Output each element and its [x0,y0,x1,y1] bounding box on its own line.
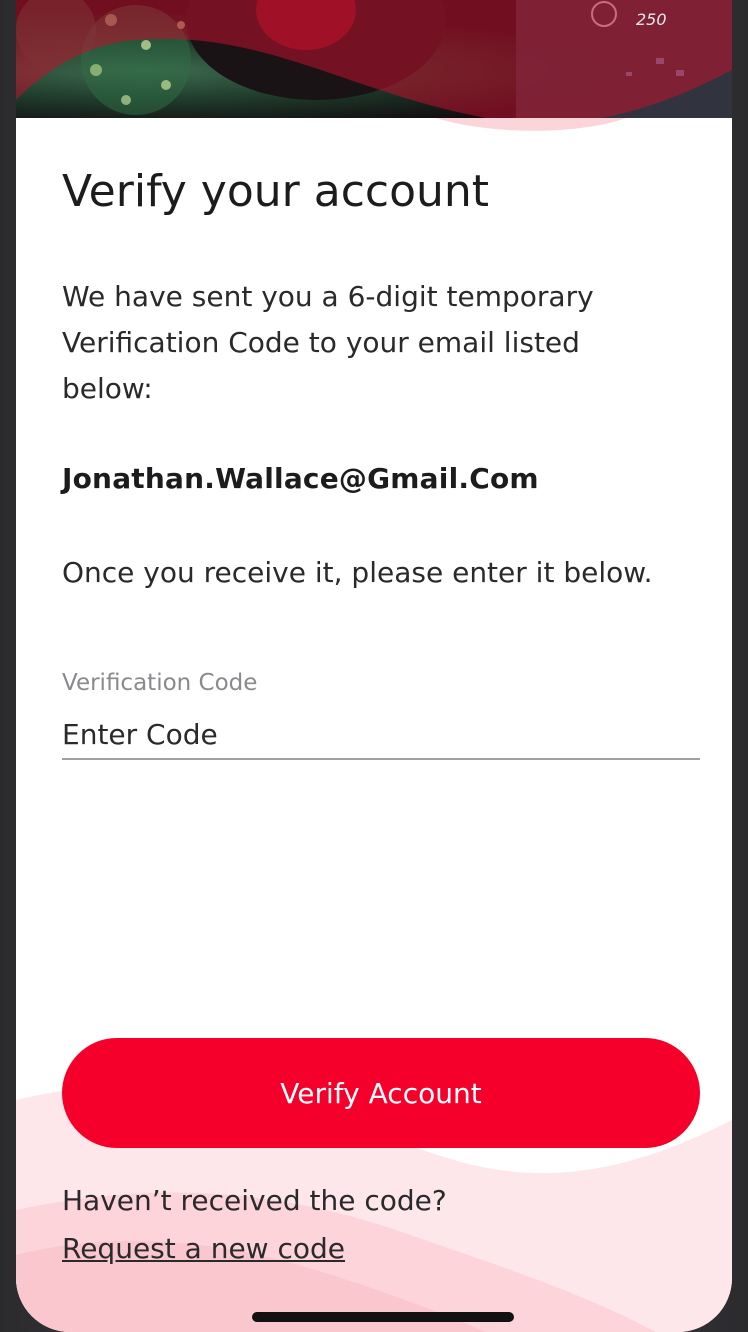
request-new-code-link[interactable]: Request a new code [62,1232,345,1265]
app-screen: 250 Verify your account We have sent you… [16,0,732,1332]
verification-code-label: Verification Code [62,670,258,696]
verification-code-input[interactable] [62,710,700,760]
no-code-text: Haven’t received the code? [62,1184,447,1217]
device-frame: 250 Verify your account We have sent you… [0,0,748,1332]
page-title: Verify your account [62,166,490,217]
home-indicator[interactable] [252,1312,514,1322]
decorative-wave-top [436,118,626,131]
verify-account-button[interactable]: Verify Account [62,1038,700,1148]
instruction-text: Once you receive it, please enter it bel… [62,556,653,589]
email-address: Jonathan.Wallace@Gmail.Com [62,462,539,495]
description-text: We have sent you a 6-digit temporary Ver… [62,280,594,405]
